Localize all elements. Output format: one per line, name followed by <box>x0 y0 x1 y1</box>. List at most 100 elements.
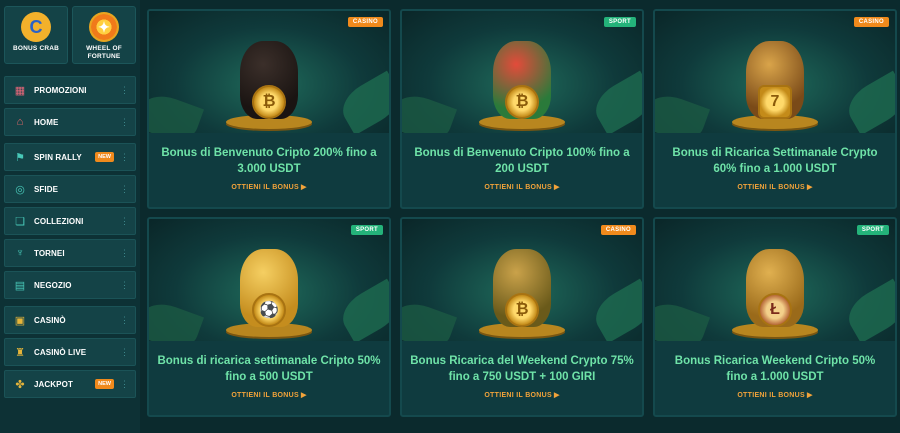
sidebar-item-jackpot[interactable]: ✤ JACKPOT NEW ⋮ <box>4 370 136 398</box>
sidebar-item-casino-live[interactable]: ♜ CASINÒ LIVE ⋮ <box>4 338 136 366</box>
promo-card-art: ₿ CASINO <box>149 11 389 133</box>
sidebar-item-label: CASINÒ LIVE <box>34 347 87 357</box>
promo-card-art: Ł SPORT <box>655 219 895 341</box>
flag-icon: ⚑ <box>15 151 25 164</box>
promo-card[interactable]: 7 CASINO Bonus di Ricarica Settimanale C… <box>653 9 897 209</box>
nav-group-games: ▣ CASINÒ ⋮ ♜ CASINÒ LIVE ⋮ ✤ JACKPOT NEW… <box>4 306 136 398</box>
sidebar-item-home[interactable]: ⌂ HOME ⋮ <box>4 108 136 136</box>
soccer-ball-icon: ⚽ <box>252 293 286 327</box>
promo-card-title: Bonus di ricarica settimanale Cripto 50%… <box>157 355 381 383</box>
new-badge: NEW <box>95 379 114 389</box>
category-tag: CASINO <box>853 17 889 27</box>
wheel-icon: ✦ <box>89 12 119 42</box>
sidebar-item-label: PROMOZIONI <box>34 85 87 95</box>
promo-card-art: ₿ SPORT <box>402 11 642 133</box>
chevron-right-icon: ⋮ <box>120 378 129 389</box>
arrow-right-icon: ▶ <box>554 392 560 399</box>
sidebar-item-spin-rally[interactable]: ⚑ SPIN RALLY NEW ⋮ <box>4 143 136 171</box>
category-tag: CASINO <box>347 17 383 27</box>
sidebar-item-label: SFIDE <box>34 184 59 194</box>
arrow-right-icon: ▶ <box>807 392 813 399</box>
sidebar-item-negozio[interactable]: ▤ NEGOZIO ⋮ <box>4 271 136 299</box>
chevron-right-icon: ⋮ <box>120 247 129 258</box>
arrow-right-icon: ▶ <box>301 392 307 399</box>
promo-card-title: Bonus di Benvenuto Cripto 100% fino a 20… <box>414 147 630 175</box>
promo-card[interactable]: ₿ CASINO Bonus di Benvenuto Cripto 200% … <box>147 9 391 209</box>
get-bonus-label: OTTIENI IL BONUS <box>737 392 805 399</box>
chevron-right-icon: ⋮ <box>120 116 129 127</box>
gift-icon: ▦ <box>14 84 26 97</box>
sidebar-item-label: HOME <box>34 117 59 127</box>
sidebar-item-label: CASINÒ <box>34 315 66 325</box>
tile-label: BONUS CRAB <box>12 45 60 52</box>
litecoin-coin-icon: Ł <box>758 293 792 327</box>
promo-card-art: ⚽ SPORT <box>149 219 389 341</box>
crab-coin-icon: C <box>21 12 51 42</box>
get-bonus-label: OTTIENI IL BONUS <box>737 184 805 191</box>
category-tag: SPORT <box>350 225 383 235</box>
promo-card-title: Bonus di Benvenuto Cripto 200% fino a 3.… <box>161 147 377 175</box>
get-bonus-label: OTTIENI IL BONUS <box>484 184 552 191</box>
shop-icon: ▤ <box>14 279 26 292</box>
sidebar: C BONUS CRAB ✦ WHEEL OF FORTUNE ▦ PROMOZ… <box>0 0 140 433</box>
sidebar-item-label: NEGOZIO <box>34 280 72 290</box>
get-bonus-link[interactable]: OTTIENI IL BONUS ▶ <box>402 183 642 191</box>
sidebar-item-label: COLLEZIONI <box>34 216 84 226</box>
bitcoin-coin-icon: ₿ <box>505 85 539 119</box>
category-tag: SPORT <box>856 225 889 235</box>
home-icon: ⌂ <box>16 116 24 128</box>
chevron-right-icon: ⋮ <box>120 314 129 325</box>
sidebar-item-casino[interactable]: ▣ CASINÒ ⋮ <box>4 306 136 334</box>
wheel-of-fortune-tile[interactable]: ✦ WHEEL OF FORTUNE <box>72 6 136 64</box>
slot-machine-icon: 7 <box>758 85 792 119</box>
category-tag: CASINO <box>600 225 636 235</box>
clover-icon: ✤ <box>15 378 25 391</box>
target-icon: ◎ <box>15 183 25 196</box>
sidebar-top-tiles: C BONUS CRAB ✦ WHEEL OF FORTUNE <box>4 6 136 64</box>
arrow-right-icon: ▶ <box>807 184 813 191</box>
get-bonus-label: OTTIENI IL BONUS <box>231 184 299 191</box>
bitcoin-coin-icon: ₿ <box>252 85 286 119</box>
get-bonus-link[interactable]: OTTIENI IL BONUS ▶ <box>149 391 389 399</box>
bitcoin-coin-icon: ₿ <box>505 293 539 327</box>
arrow-right-icon: ▶ <box>554 184 560 191</box>
chevron-right-icon: ⋮ <box>120 346 129 357</box>
tile-label: WHEEL OF FORTUNE <box>86 45 122 60</box>
trophy-icon: ♆ <box>15 247 25 259</box>
promo-card-title: Bonus di Ricarica Settimanale Crypto 60%… <box>672 147 878 175</box>
promotions-grid: ₿ CASINO Bonus di Benvenuto Cripto 200% … <box>147 9 897 417</box>
promo-card[interactable]: ⚽ SPORT Bonus di ricarica settimanale Cr… <box>147 217 391 417</box>
chevron-right-icon: ⋮ <box>120 215 129 226</box>
sidebar-item-collezioni[interactable]: ❏ COLLEZIONI ⋮ <box>4 207 136 235</box>
promo-card-title: Bonus Ricarica Weekend Cripto 50% fino a… <box>674 355 876 383</box>
sidebar-item-label: SPIN RALLY <box>34 152 82 162</box>
new-badge: NEW <box>95 152 114 162</box>
get-bonus-link[interactable]: OTTIENI IL BONUS ▶ <box>655 391 895 399</box>
get-bonus-link[interactable]: OTTIENI IL BONUS ▶ <box>402 391 642 399</box>
chevron-right-icon: ⋮ <box>120 279 129 290</box>
casino-icon: ▣ <box>14 314 26 327</box>
arrow-right-icon: ▶ <box>301 184 307 191</box>
category-tag: SPORT <box>603 17 636 27</box>
sidebar-item-tornei[interactable]: ♆ TORNEI ⋮ <box>4 239 136 267</box>
sidebar-item-label: JACKPOT <box>34 379 73 389</box>
collection-icon: ❏ <box>15 215 25 228</box>
get-bonus-link[interactable]: OTTIENI IL BONUS ▶ <box>655 183 895 191</box>
nav-group-main: ▦ PROMOZIONI ⋮ ⌂ HOME ⋮ <box>4 76 136 136</box>
chevron-right-icon: ⋮ <box>120 183 129 194</box>
get-bonus-link[interactable]: OTTIENI IL BONUS ▶ <box>149 183 389 191</box>
chevron-right-icon: ⋮ <box>120 84 129 95</box>
get-bonus-label: OTTIENI IL BONUS <box>484 392 552 399</box>
nav-group-features: ⚑ SPIN RALLY NEW ⋮ ◎ SFIDE ⋮ ❏ COLLEZION… <box>4 143 136 299</box>
promo-card[interactable]: ₿ CASINO Bonus Ricarica del Weekend Cryp… <box>400 217 644 417</box>
promo-card[interactable]: ₿ SPORT Bonus di Benvenuto Cripto 100% f… <box>400 9 644 209</box>
sidebar-item-label: TORNEI <box>34 248 65 258</box>
promo-card-title: Bonus Ricarica del Weekend Crypto 75% fi… <box>410 355 634 383</box>
promo-card[interactable]: Ł SPORT Bonus Ricarica Weekend Cripto 50… <box>653 217 897 417</box>
sidebar-item-sfide[interactable]: ◎ SFIDE ⋮ <box>4 175 136 203</box>
promo-card-art: ₿ CASINO <box>402 219 642 341</box>
get-bonus-label: OTTIENI IL BONUS <box>231 392 299 399</box>
sidebar-item-promozioni[interactable]: ▦ PROMOZIONI ⋮ <box>4 76 136 104</box>
bonus-crab-tile[interactable]: C BONUS CRAB <box>4 6 68 64</box>
chevron-right-icon: ⋮ <box>120 151 129 162</box>
